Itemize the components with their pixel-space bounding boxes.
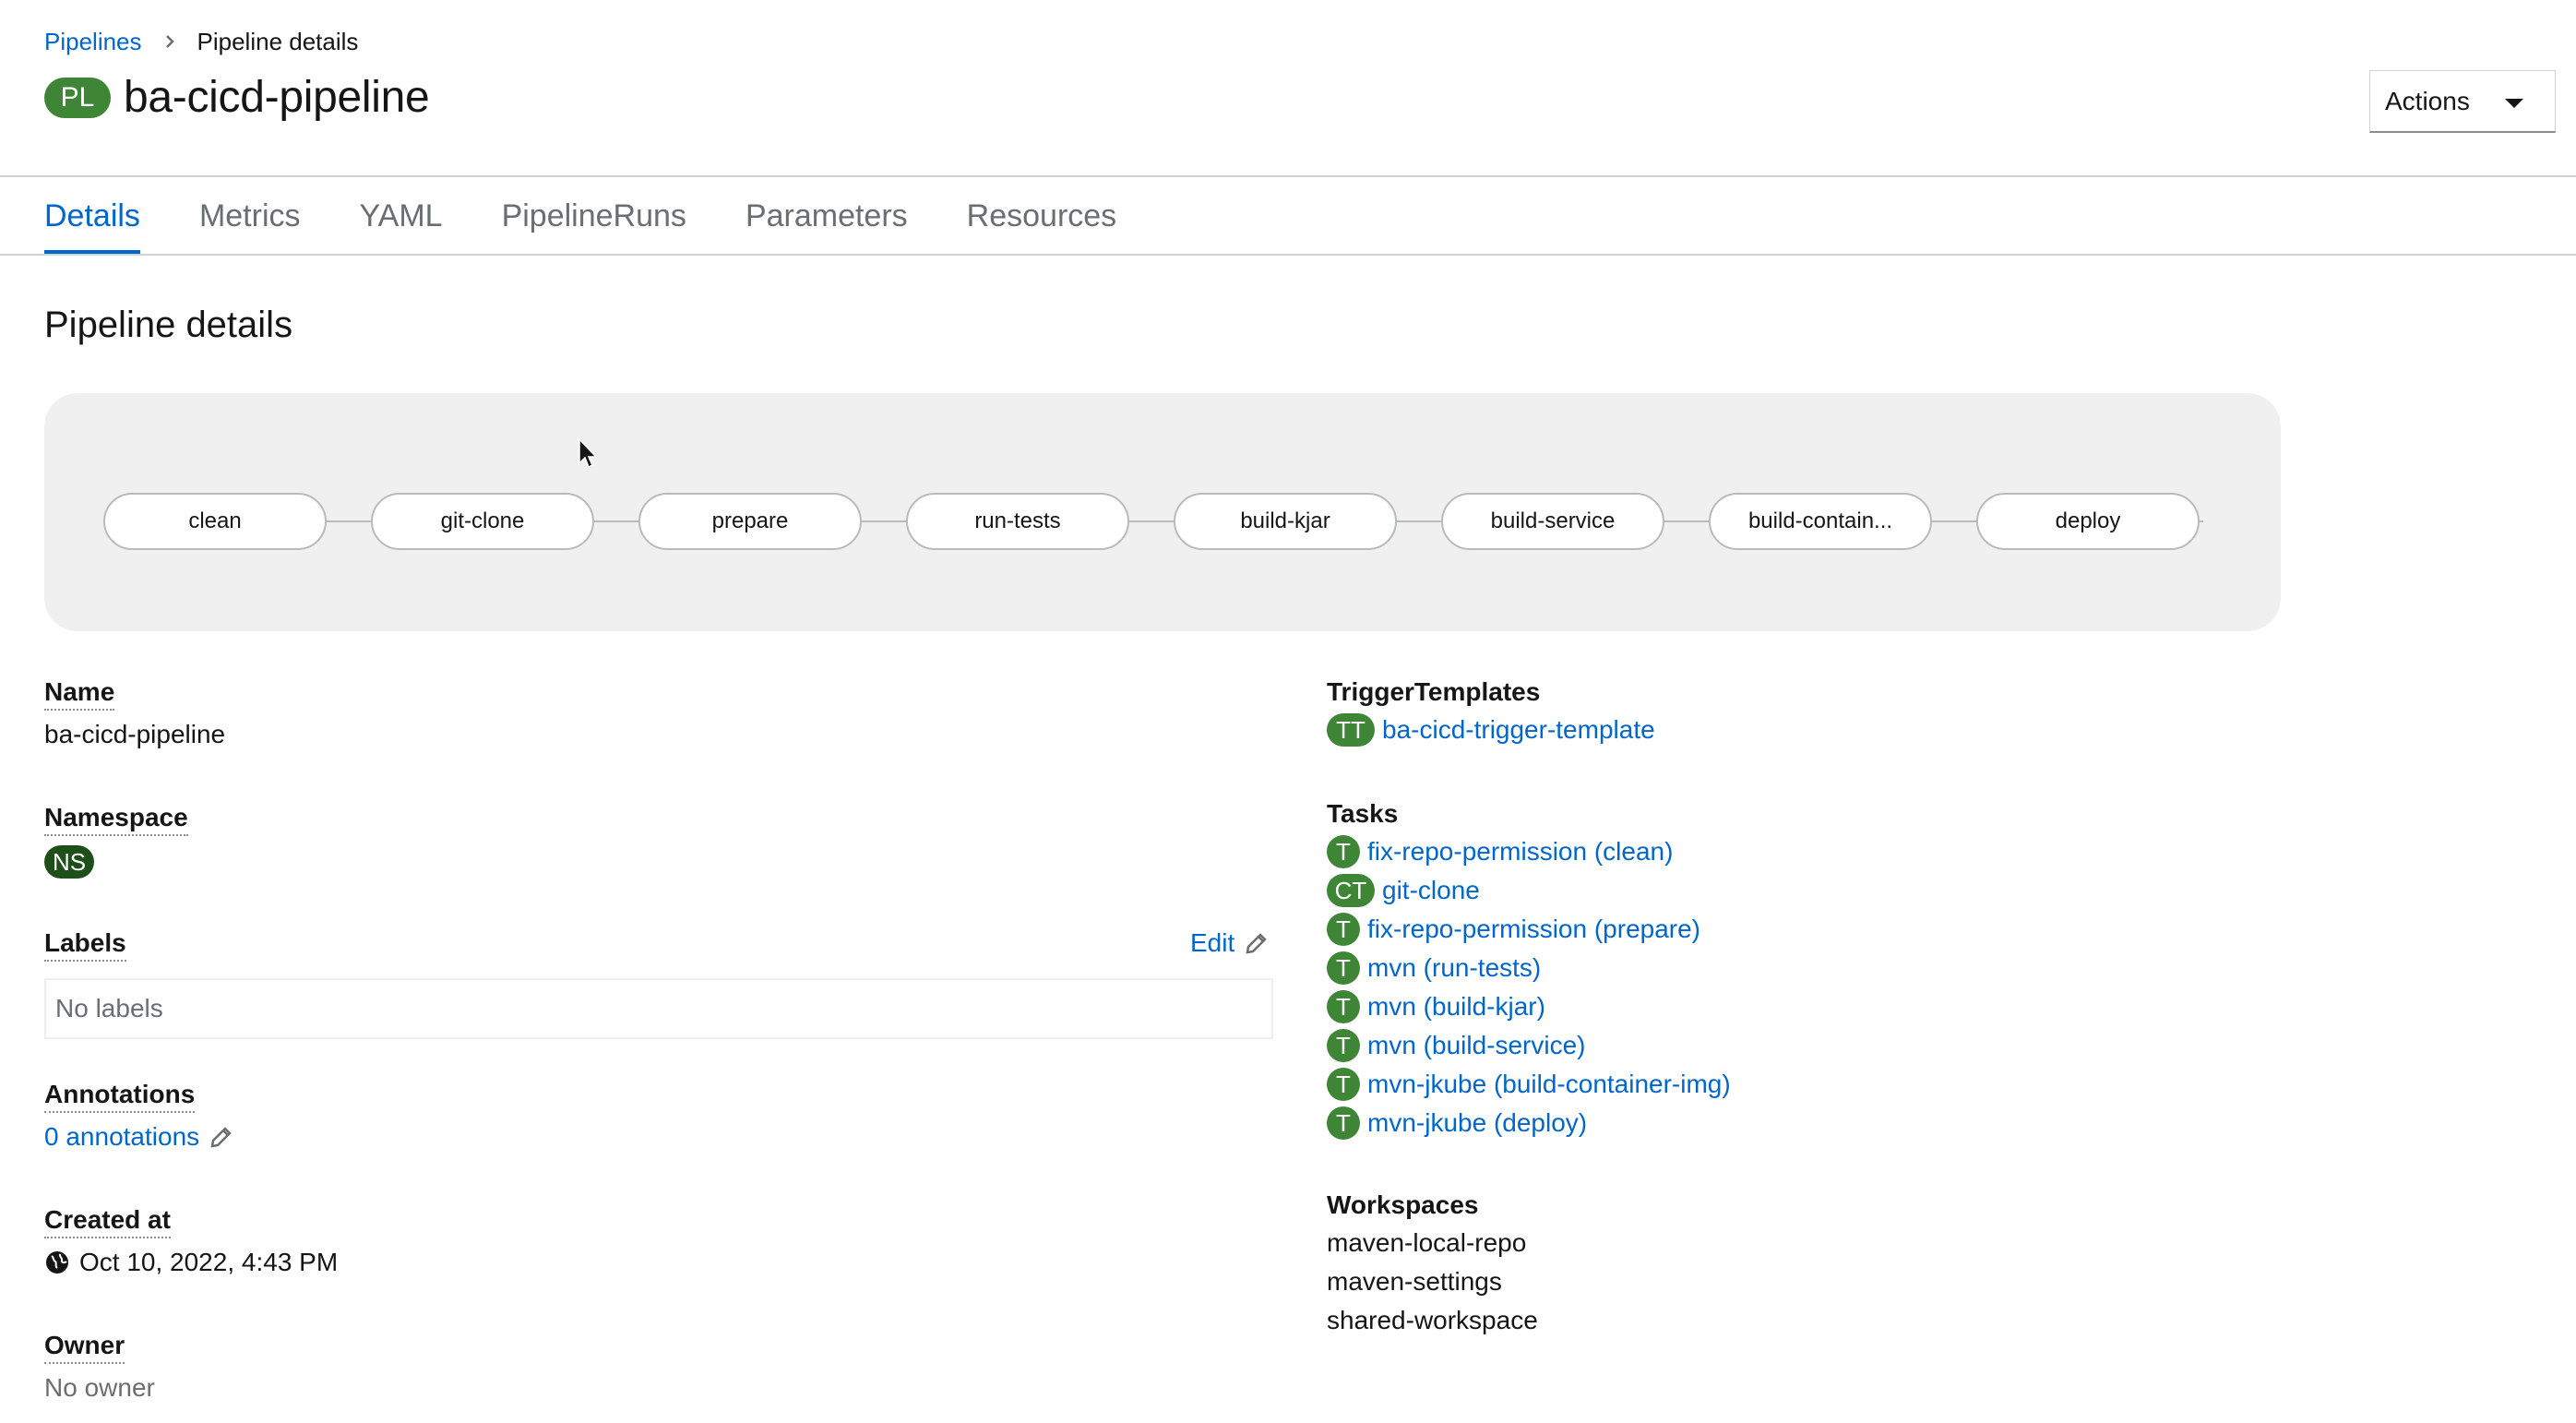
pipeline-badge: PL <box>44 77 111 118</box>
name-value: ba-cicd-pipeline <box>44 720 226 748</box>
created-field: Created at Oct 10, 2022, 4:43 PM <box>44 1205 338 1277</box>
task-item: T mvn-jkube (build-container-img) <box>1327 1065 1731 1104</box>
owner-label: Owner <box>44 1331 125 1364</box>
labels-value: No labels <box>55 994 163 1022</box>
workspace-item: shared-workspace <box>1327 1306 1538 1334</box>
task-badge: T <box>1327 1068 1360 1101</box>
edit-label: Edit <box>1190 928 1235 957</box>
task-item: T mvn (build-service) <box>1327 1026 1731 1065</box>
task-badge: T <box>1327 835 1360 868</box>
task-link[interactable]: mvn-jkube (deploy) <box>1367 1108 1587 1138</box>
trigger-template-badge: TT <box>1327 713 1375 747</box>
tasks-section: Tasks T fix-repo-permission (clean) CT g… <box>1327 799 1731 1142</box>
task-link[interactable]: fix-repo-permission (clean) <box>1367 837 1673 867</box>
task-badge: T <box>1327 951 1360 985</box>
name-field: Name ba-cicd-pipeline <box>44 677 225 749</box>
namespace-label: Namespace <box>44 803 188 836</box>
tab-metrics[interactable]: Metrics <box>199 177 301 255</box>
pencil-icon[interactable] <box>209 1124 234 1150</box>
tab-details[interactable]: Details <box>44 177 140 255</box>
annotations-field: Annotations 0 annotations <box>44 1080 234 1152</box>
task-badge: T <box>1327 913 1360 946</box>
tasks-label: Tasks <box>1327 799 1399 828</box>
pipeline-node-git-clone[interactable]: git-clone <box>371 493 594 550</box>
task-link[interactable]: mvn (build-kjar) <box>1367 992 1545 1022</box>
breadcrumb-pipelines-link[interactable]: Pipelines <box>44 28 142 56</box>
globe-icon <box>46 1251 68 1274</box>
task-badge: T <box>1327 1106 1360 1140</box>
breadcrumb-current: Pipeline details <box>197 27 359 55</box>
trigger-templates-section: TriggerTemplates TT ba-cicd-trigger-temp… <box>1327 677 1655 749</box>
task-badge: T <box>1327 990 1360 1023</box>
task-link[interactable]: fix-repo-permission (prepare) <box>1367 915 1700 944</box>
labels-edit-button[interactable]: Edit <box>1190 928 1270 958</box>
name-label: Name <box>44 677 115 711</box>
annotations-label: Annotations <box>44 1080 196 1113</box>
tab-pipelineruns[interactable]: PipelineRuns <box>502 177 686 255</box>
owner-field: Owner No owner <box>44 1331 155 1403</box>
workspaces-label: Workspaces <box>1327 1190 1479 1219</box>
page-title: ba-cicd-pipeline <box>124 73 430 122</box>
task-link[interactable]: mvn-jkube (build-container-img) <box>1367 1070 1731 1099</box>
tab-yaml[interactable]: YAML <box>360 177 443 255</box>
trigger-templates-label: TriggerTemplates <box>1327 677 1541 706</box>
tab-bar: Details Metrics YAML PipelineRuns Parame… <box>44 177 1175 255</box>
task-link[interactable]: git-clone <box>1382 876 1480 905</box>
task-item: T mvn (build-kjar) <box>1327 987 1731 1026</box>
tab-resources[interactable]: Resources <box>967 177 1117 255</box>
task-item: T mvn-jkube (deploy) <box>1327 1104 1731 1142</box>
task-link[interactable]: mvn (run-tests) <box>1367 953 1541 983</box>
trigger-template-link[interactable]: ba-cicd-trigger-template <box>1382 715 1655 745</box>
pipeline-node-run-tests[interactable]: run-tests <box>906 493 1129 550</box>
actions-dropdown[interactable]: Actions <box>2369 70 2556 133</box>
task-item: T fix-repo-permission (clean) <box>1327 832 1731 871</box>
cluster-task-badge: CT <box>1327 874 1375 907</box>
created-label: Created at <box>44 1205 171 1238</box>
workspace-item: maven-local-repo <box>1327 1228 1527 1257</box>
labels-field: Labels <box>44 928 126 962</box>
section-title: Pipeline details <box>44 305 293 345</box>
pencil-icon <box>1246 933 1268 954</box>
workspaces-section: Workspaces maven-local-repo maven-settin… <box>1327 1190 1538 1340</box>
page-header: PL ba-cicd-pipeline <box>44 72 430 123</box>
task-link[interactable]: mvn (build-service) <box>1367 1031 1586 1060</box>
task-item: T fix-repo-permission (prepare) <box>1327 910 1731 949</box>
trigger-template-item: TT ba-cicd-trigger-template <box>1327 711 1655 749</box>
actions-label: Actions <box>2385 86 2470 115</box>
workspace-item: maven-settings <box>1327 1267 1502 1296</box>
breadcrumb: Pipelines Pipeline details <box>44 26 358 57</box>
labels-label: Labels <box>44 928 126 962</box>
namespace-badge: NS <box>44 845 94 879</box>
mouse-cursor-icon <box>578 437 598 469</box>
chevron-right-icon <box>165 35 174 48</box>
pipeline-node-build-container[interactable]: build-contain... <box>1709 493 1932 550</box>
task-item: T mvn (run-tests) <box>1327 949 1731 987</box>
task-item: CT git-clone <box>1327 871 1731 910</box>
namespace-field: Namespace NS <box>44 803 188 879</box>
pipeline-node-build-kjar[interactable]: build-kjar <box>1174 493 1397 550</box>
pipeline-node-clean[interactable]: clean <box>103 493 327 550</box>
pipeline-node-build-service[interactable]: build-service <box>1441 493 1664 550</box>
pipeline-visualization: clean git-clone prepare run-tests build-… <box>44 393 2281 631</box>
created-value: Oct 10, 2022, 4:43 PM <box>79 1248 339 1276</box>
owner-value: No owner <box>44 1373 155 1402</box>
task-badge: T <box>1327 1029 1360 1062</box>
caret-down-icon <box>2505 99 2523 108</box>
pipeline-node-deploy[interactable]: deploy <box>1976 493 2200 550</box>
tabs-divider <box>0 254 2576 256</box>
tab-parameters[interactable]: Parameters <box>745 177 908 255</box>
pipeline-node-prepare[interactable]: prepare <box>638 493 862 550</box>
labels-box: No labels <box>44 978 1273 1039</box>
annotations-link[interactable]: 0 annotations <box>44 1122 199 1152</box>
